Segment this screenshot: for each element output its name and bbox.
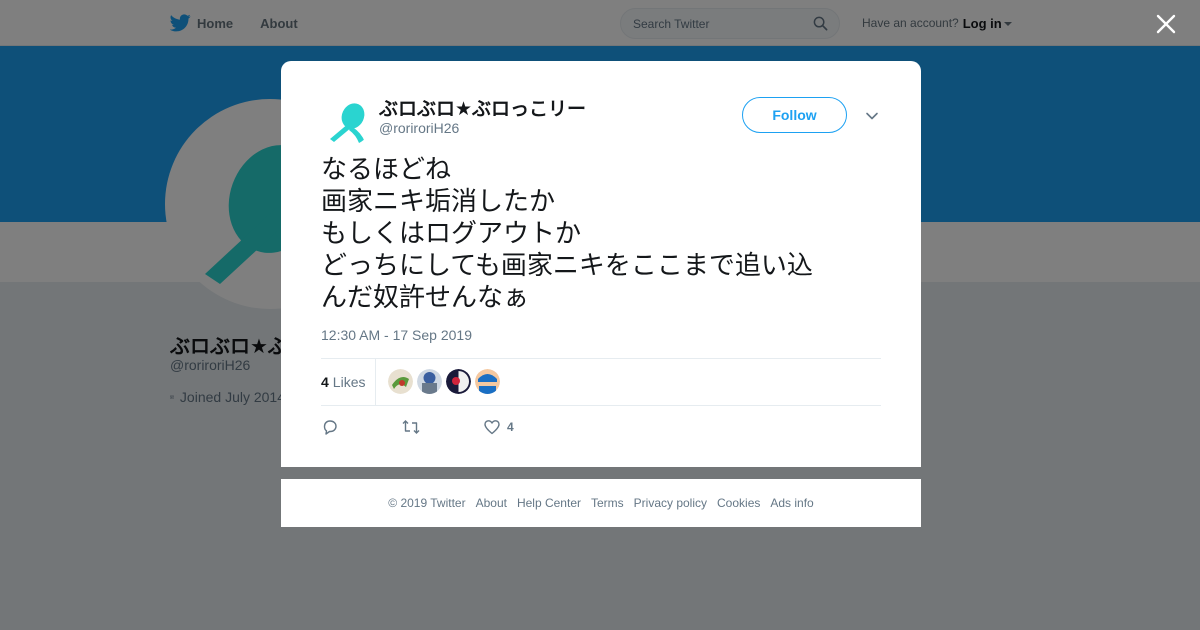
liker-avatar[interactable] xyxy=(475,369,500,394)
like-count: 4 xyxy=(507,420,514,434)
close-icon[interactable] xyxy=(1154,12,1178,36)
tweet-stats: 4 Likes xyxy=(321,358,881,406)
tweet-author-avatar[interactable] xyxy=(321,94,373,146)
tweet-text-line: もしくはログアウトか xyxy=(321,219,582,249)
footer-link-privacy[interactable]: Privacy policy xyxy=(634,496,707,510)
liker-avatar[interactable] xyxy=(446,369,471,394)
like-button[interactable]: 4 xyxy=(483,418,514,436)
liker-avatar[interactable] xyxy=(388,369,413,394)
tweet-text-line: んだ奴許せんなぁ xyxy=(321,283,530,313)
retweet-button[interactable] xyxy=(401,418,421,436)
tweet-modal: ぶロぶロ★ぶロっこリー @roriroriH26 Follow なるほどね 画家… xyxy=(281,61,921,467)
footer-link-about[interactable]: About xyxy=(476,496,507,510)
footer-link-help-center[interactable]: Help Center xyxy=(517,496,581,510)
likes-count-link[interactable]: 4 Likes xyxy=(321,359,377,405)
tweet-text-line: どっちにしても画家ニキをここまで追い込 xyxy=(321,251,813,281)
retweet-icon xyxy=(402,420,420,434)
footer-link-terms[interactable]: Terms xyxy=(591,496,624,510)
modal-footer: © 2019 Twitter About Help Center Terms P… xyxy=(281,479,921,527)
tweet-text-line: なるほどね xyxy=(321,155,452,185)
reply-icon xyxy=(323,420,337,435)
tweet-author-handle[interactable]: @roriroriH26 xyxy=(379,120,459,136)
reply-button[interactable] xyxy=(321,418,339,436)
tweet-author-name[interactable]: ぶロぶロ★ぶロっこリー xyxy=(379,94,586,121)
footer-link-ads-info[interactable]: Ads info xyxy=(770,496,813,510)
likers-list xyxy=(388,369,504,394)
likes-count-label: Likes xyxy=(332,374,366,390)
chevron-down-icon[interactable] xyxy=(865,109,879,123)
tweet-text: なるほどね 画家ニキ垢消したか もしくはログアウトか どっちにしても画家ニキをこ… xyxy=(321,154,881,314)
tweet-text-line: 画家ニキ垢消したか xyxy=(321,187,556,217)
heart-icon xyxy=(484,420,500,435)
tweet-actions: 4 xyxy=(321,416,514,438)
footer-copyright: © 2019 Twitter xyxy=(388,496,466,510)
footer-link-cookies[interactable]: Cookies xyxy=(717,496,760,510)
tweet-timestamp[interactable]: 12:30 AM - 17 Sep 2019 xyxy=(321,327,472,343)
liker-avatar[interactable] xyxy=(417,369,442,394)
avatar-figure-icon xyxy=(321,94,373,146)
likes-count-value: 4 xyxy=(321,374,329,390)
follow-button[interactable]: Follow xyxy=(742,97,847,133)
